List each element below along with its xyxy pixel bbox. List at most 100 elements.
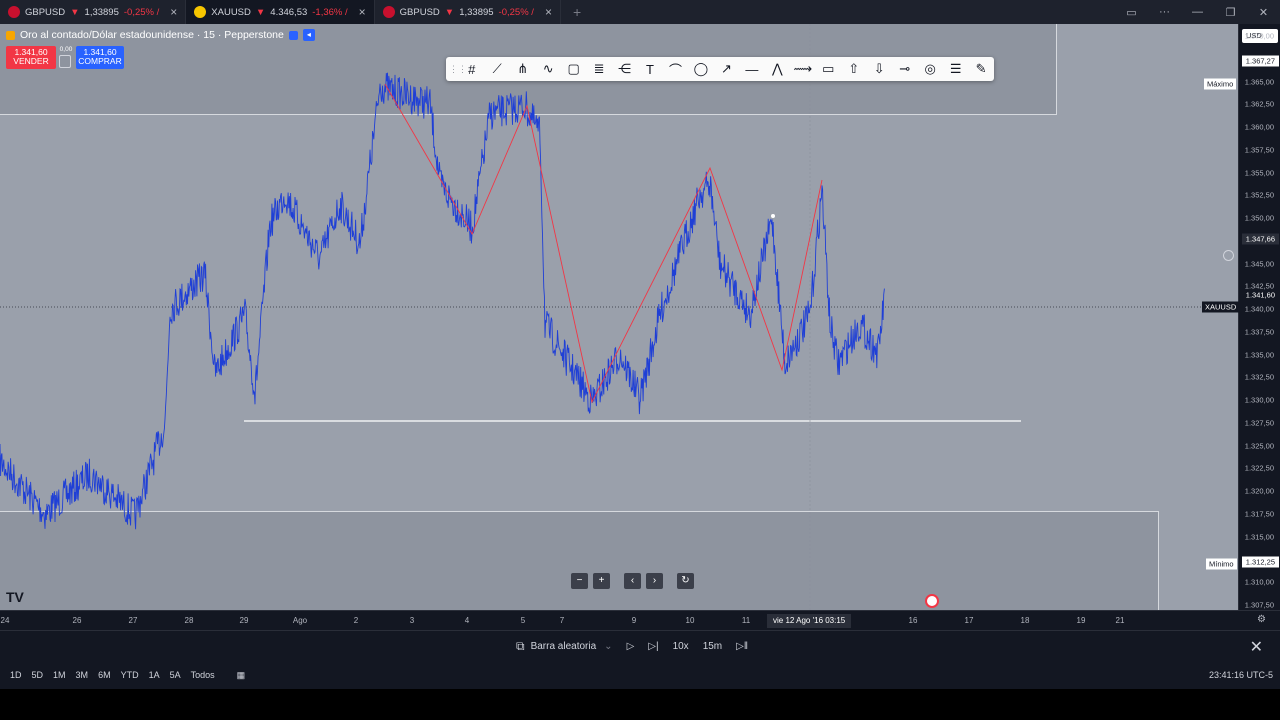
brush-icon[interactable]: ⌒ bbox=[663, 60, 688, 79]
channel-icon[interactable]: ⋲ bbox=[612, 61, 637, 77]
pitchfork-icon[interactable]: ⋔ bbox=[510, 61, 535, 77]
replay-bar: ⧉ Barra aleatoria ⌄ ▷ ▷| 10x 15m ▷‖ ✕ bbox=[0, 630, 1280, 662]
grid-icon[interactable]: # bbox=[459, 62, 484, 77]
calendar-icon[interactable]: ▦ bbox=[237, 670, 246, 681]
replay-status-icon[interactable]: ◂ bbox=[302, 29, 315, 41]
arrow-icon[interactable]: ↗ bbox=[714, 61, 739, 77]
tab-xauusd[interactable]: XAUUSD ▼ 4.346,53 -1,36% / × bbox=[186, 0, 375, 24]
spread-value: 0,00 bbox=[59, 45, 73, 53]
arrow-up-icon[interactable]: ⇧ bbox=[841, 61, 866, 77]
add-alert-icon[interactable] bbox=[1223, 250, 1234, 261]
quantity-box[interactable] bbox=[59, 55, 71, 69]
screen-bottom bbox=[0, 689, 1280, 720]
layout-icon[interactable]: ▭ bbox=[1115, 6, 1148, 19]
zigzag-line bbox=[384, 83, 823, 404]
tab-change: -0,25% / bbox=[498, 6, 534, 18]
new-tab-icon[interactable]: + bbox=[561, 4, 593, 20]
pattern-icon[interactable]: ⋀ bbox=[765, 61, 790, 77]
step-forward-icon[interactable]: ▷| bbox=[648, 641, 658, 652]
wave-icon[interactable]: ∿ bbox=[535, 61, 560, 77]
zoom-out-button[interactable]: − bbox=[571, 573, 588, 589]
fib-icon[interactable]: ≣ bbox=[586, 61, 611, 77]
ellipse-icon[interactable]: ◯ bbox=[688, 61, 713, 77]
symbol-tag: XAUUSD bbox=[1202, 301, 1240, 313]
price-tick-label: 1.362,50 bbox=[1244, 99, 1274, 109]
price-tick-label: 1.317,50 bbox=[1244, 509, 1274, 519]
price-tick-label: 1.345,00 bbox=[1244, 259, 1274, 269]
target-icon[interactable]: ◎ bbox=[917, 61, 942, 77]
jump-to-realtime-icon[interactable]: ▷‖ bbox=[736, 641, 748, 652]
maximize-icon[interactable]: ❐ bbox=[1214, 6, 1247, 19]
minimize-icon[interactable]: — bbox=[1181, 6, 1214, 18]
random-bar-icon[interactable]: ⧉ bbox=[516, 639, 525, 654]
buy-button[interactable]: 1.341,60 COMPRAR bbox=[76, 46, 124, 69]
close-window-icon[interactable]: ✕ bbox=[1247, 6, 1280, 19]
more-icon[interactable]: ··· bbox=[1148, 6, 1181, 18]
path-icon[interactable]: ⟿ bbox=[790, 61, 815, 77]
drawing-toolbar: ⋮⋮ # ⟋ ⋔ ∿ ▢ ≣ ⋲ T ⌒ ◯ ↗ — ⋀ ⟿ ▭ ⇧ ⇩ ⊸ ◎… bbox=[446, 57, 994, 81]
price-axis[interactable]: USD 1.370,00 1.365,00 1.362,50 1.360,00 1.35… bbox=[1238, 24, 1280, 610]
close-replay-icon[interactable]: ✕ bbox=[1250, 637, 1263, 657]
settings-icon[interactable]: ⚙ bbox=[1257, 614, 1266, 625]
last-price-label: 1.341,60 bbox=[1241, 289, 1279, 301]
range-button[interactable]: 5A bbox=[170, 670, 181, 681]
range-button[interactable]: 1A bbox=[149, 670, 160, 681]
market-status-icon bbox=[288, 30, 298, 40]
play-icon[interactable]: ▷ bbox=[627, 641, 635, 652]
max-tag: Máximo bbox=[1204, 78, 1237, 90]
replay-mode-select[interactable]: Barra aleatoria bbox=[531, 641, 597, 652]
range-button[interactable]: 6M bbox=[98, 670, 111, 681]
range-button[interactable]: 3M bbox=[76, 670, 89, 681]
price-tick-label: 1.330,00 bbox=[1244, 395, 1274, 405]
price-tick-label: 1.355,00 bbox=[1244, 168, 1274, 178]
tab-gbpusd-2[interactable]: GBPUSD ▼ 1,33895 -0,25% / × bbox=[375, 0, 561, 24]
symbol-logo-icon bbox=[382, 6, 395, 18]
menu-icon[interactable]: ☰ bbox=[943, 61, 968, 77]
range-button[interactable]: 5D bbox=[32, 670, 44, 681]
time-tick-label: 17 bbox=[964, 616, 974, 625]
range-button[interactable]: Todos bbox=[191, 670, 215, 681]
time-tick-label: 18 bbox=[1020, 616, 1030, 625]
close-tab-icon[interactable]: × bbox=[359, 5, 366, 19]
range-button[interactable]: 1D bbox=[10, 670, 22, 681]
close-tab-icon[interactable]: × bbox=[170, 5, 177, 19]
tab-arrow: ▼ bbox=[70, 6, 80, 18]
pen-icon[interactable]: ✎ bbox=[968, 61, 993, 77]
text-icon[interactable]: T bbox=[637, 62, 662, 77]
close-tab-icon[interactable]: × bbox=[545, 5, 552, 19]
time-axis[interactable]: vie 12 Ago '16 03:15 ⚙ 24 26 27 28 29 Ago 2 3 4 5… bbox=[0, 610, 1280, 630]
tab-price: 1,33895 bbox=[84, 6, 119, 18]
sell-button[interactable]: 1.341,60 VENDER bbox=[6, 46, 56, 69]
drag-handle-icon[interactable]: ⋮⋮ bbox=[449, 64, 467, 75]
clock[interactable]: 23:41:16 UTC-5 bbox=[1209, 670, 1273, 680]
price-tick-label: 1.350,00 bbox=[1244, 213, 1274, 223]
interval-select[interactable]: 15m bbox=[703, 641, 722, 652]
tab-gbpusd-1[interactable]: GBPUSD ▼ 1,33895 -0,25% / × bbox=[0, 0, 187, 24]
rectangle-icon[interactable]: ▢ bbox=[561, 61, 586, 77]
range-button[interactable]: 1M bbox=[53, 670, 66, 681]
time-tick-label: 5 bbox=[520, 616, 526, 625]
price-plot bbox=[0, 24, 1238, 610]
range-button[interactable]: YTD bbox=[121, 670, 139, 681]
time-tick-label: 10 bbox=[685, 616, 695, 625]
crosshair-dot bbox=[771, 214, 775, 218]
chevron-down-icon[interactable]: ⌄ bbox=[604, 641, 612, 652]
ray-icon[interactable]: ⊸ bbox=[892, 61, 917, 77]
arrow-down-icon[interactable]: ⇩ bbox=[867, 61, 892, 77]
reset-chart-button[interactable]: ↻ bbox=[677, 573, 694, 589]
price-tick-label: 1.357,50 bbox=[1244, 145, 1274, 155]
horizontal-line-icon[interactable]: — bbox=[739, 62, 764, 77]
event-flag-icon[interactable] bbox=[925, 594, 939, 608]
scroll-right-button[interactable]: › bbox=[646, 573, 663, 589]
chart-pane[interactable]: Oro al contado/Dólar estadounidense · 15… bbox=[0, 24, 1238, 610]
price-tick-label: 1.337,50 bbox=[1244, 327, 1274, 337]
price-tick-label: 1.365,00 bbox=[1244, 77, 1274, 87]
chart-legend[interactable]: Oro al contado/Dólar estadounidense · 15… bbox=[6, 29, 315, 41]
zoom-in-button[interactable]: + bbox=[593, 573, 610, 589]
scroll-left-button[interactable]: ‹ bbox=[624, 573, 641, 589]
note-icon[interactable]: ▭ bbox=[816, 61, 841, 77]
trend-line-icon[interactable]: ⟋ bbox=[484, 61, 509, 77]
time-tick-label: 16 bbox=[908, 616, 918, 625]
speed-select[interactable]: 10x bbox=[673, 641, 689, 652]
